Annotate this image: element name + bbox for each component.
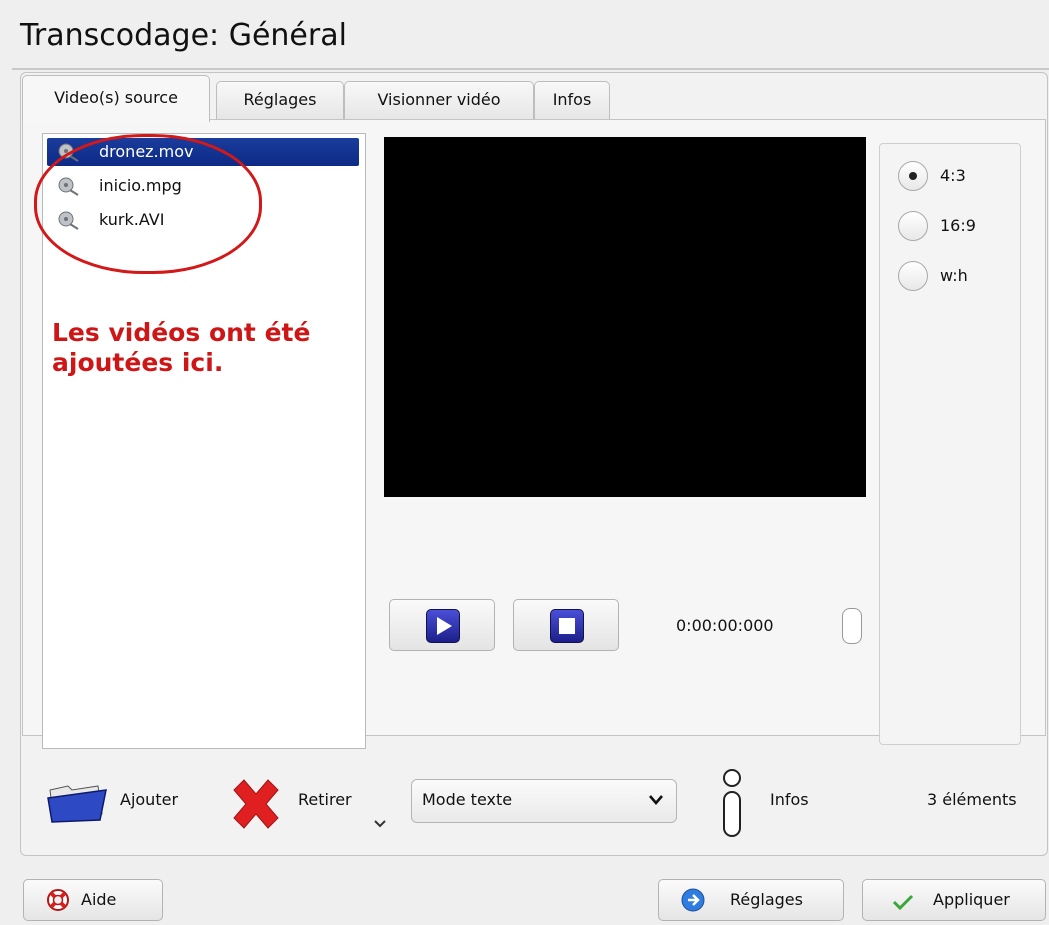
settings-button-label: Réglages xyxy=(730,890,803,909)
help-button[interactable]: Aide xyxy=(23,879,163,921)
arrow-circle-icon xyxy=(681,888,705,912)
tab-video-source[interactable]: Video(s) source xyxy=(22,75,210,122)
remove-x-icon[interactable] xyxy=(228,778,284,832)
mode-select[interactable]: Mode texte xyxy=(411,779,677,823)
seek-slider-handle[interactable] xyxy=(842,608,862,644)
annotation-text: Les vidéos ont été ajoutées ici. xyxy=(52,318,372,378)
title-divider xyxy=(12,68,1049,70)
mode-select-value: Mode texte xyxy=(422,790,513,809)
tab-infos[interactable]: Infos xyxy=(534,81,610,120)
check-icon xyxy=(892,894,914,911)
info-icon[interactable] xyxy=(718,768,746,840)
apply-button-label: Appliquer xyxy=(933,890,1010,909)
remove-button-label[interactable]: Retirer xyxy=(298,790,352,809)
radio-label-4-3: 4:3 xyxy=(940,166,966,185)
chevron-down-icon xyxy=(649,795,663,805)
element-count: 3 éléments xyxy=(927,790,1017,809)
stop-icon xyxy=(550,609,584,643)
video-preview xyxy=(384,137,866,497)
radio-label-w-h: w:h xyxy=(940,266,968,285)
add-button-label[interactable]: Ajouter xyxy=(120,790,178,809)
timecode-display: 0:00:00:000 xyxy=(676,616,774,635)
radio-16-9[interactable] xyxy=(898,211,928,241)
settings-button[interactable]: Réglages xyxy=(658,879,844,921)
radio-w-h[interactable] xyxy=(898,261,928,291)
infos-label[interactable]: Infos xyxy=(770,790,809,809)
play-button[interactable] xyxy=(389,599,495,651)
tab-visionner-video[interactable]: Visionner vidéo xyxy=(344,81,534,120)
chevron-down-icon[interactable] xyxy=(373,819,387,829)
folder-add-icon[interactable] xyxy=(46,780,108,824)
radio-dot xyxy=(909,172,917,180)
page-title: Transcodage: Général xyxy=(20,18,347,53)
play-icon xyxy=(426,609,460,643)
lifebuoy-icon xyxy=(47,889,69,911)
annotation-line: Les vidéos ont été xyxy=(52,318,311,347)
help-button-label: Aide xyxy=(81,890,117,909)
radio-label-16-9: 16:9 xyxy=(940,216,976,235)
stop-button[interactable] xyxy=(513,599,619,651)
radio-4-3[interactable] xyxy=(898,161,928,191)
highlight-oval xyxy=(34,134,262,274)
apply-button[interactable]: Appliquer xyxy=(862,879,1046,921)
tab-reglages[interactable]: Réglages xyxy=(216,81,344,120)
annotation-line: ajoutées ici. xyxy=(52,348,224,377)
